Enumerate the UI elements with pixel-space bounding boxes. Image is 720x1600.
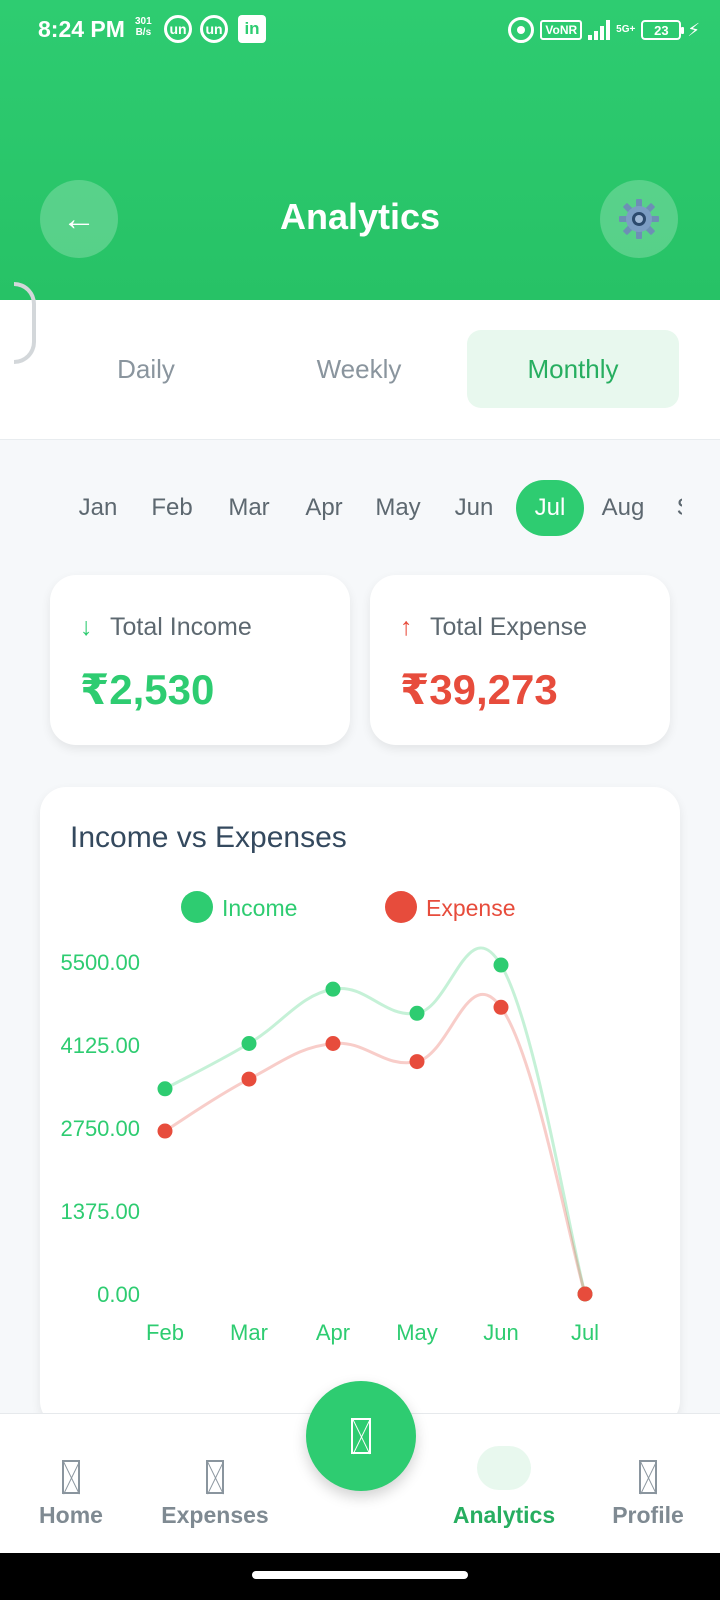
y-tick-label: 2750.00 (60, 1116, 140, 1141)
expense-point-jun[interactable] (493, 999, 509, 1015)
total-income-label: Total Income (110, 613, 252, 641)
income-point-apr[interactable] (325, 981, 341, 997)
x-tick-label: Mar (230, 1320, 268, 1345)
speed-value: 301 (135, 16, 152, 27)
legend-expense-marker (385, 891, 417, 923)
month-feb[interactable]: Feb (142, 480, 202, 536)
edge-handle[interactable] (14, 282, 36, 364)
month-sep[interactable]: Sep (668, 480, 682, 536)
arrow-up-icon: ↑ (400, 613, 413, 641)
profile-icon (639, 1460, 657, 1494)
y-tick-label: 5500.00 (60, 950, 140, 975)
legend-income-label: Income (222, 895, 297, 921)
income-point-feb[interactable] (157, 1081, 173, 1097)
tab-daily[interactable]: Daily (40, 330, 252, 408)
income-point-may[interactable] (409, 1005, 425, 1021)
un-app-icon: un (200, 15, 228, 43)
nav-analytics-label: Analytics (452, 1502, 556, 1528)
income-expense-chart: Income Expense 5500.00 4125.00 2750.00 1375.0… (60, 891, 599, 1345)
total-income-value: ₹2,530 (80, 666, 215, 713)
income-label-row: ↓ Total Income (80, 613, 252, 642)
y-tick-label: 0.00 (97, 1282, 140, 1307)
expenses-icon (206, 1460, 224, 1494)
nav-home[interactable]: Home (6, 1460, 136, 1529)
signal-icon (588, 20, 611, 40)
total-expense-label: Total Expense (430, 613, 588, 641)
month-apr[interactable]: Apr (294, 480, 354, 536)
y-tick-label: 1375.00 (60, 1199, 140, 1224)
add-transaction-button[interactable] (306, 1381, 416, 1491)
tab-weekly[interactable]: Weekly (253, 330, 465, 408)
expense-point-apr[interactable] (325, 1035, 341, 1051)
nav-expenses[interactable]: Expenses (150, 1460, 280, 1529)
tab-monthly[interactable]: Monthly (467, 330, 679, 408)
battery-icon: 23 (641, 20, 685, 40)
income-vs-expenses-card: Income vs Expenses Income Expense 5500.00 4… (40, 787, 680, 1427)
nav-home-label: Home (39, 1502, 103, 1528)
x-tick-label: Apr (316, 1320, 350, 1345)
expense-point-may[interactable] (409, 1054, 425, 1070)
un-app-icon: un (164, 15, 192, 43)
month-jan[interactable]: Jan (68, 480, 128, 536)
total-income-card: ↓ Total Income ₹2,530 (50, 575, 350, 745)
nav-expenses-label: Expenses (161, 1502, 269, 1528)
month-selector: Jan Feb Mar Apr May Jun Jul Aug Sep (68, 480, 682, 536)
x-tick-label: May (396, 1320, 438, 1345)
month-may[interactable]: May (366, 480, 430, 536)
total-expense-value: ₹39,273 (400, 666, 558, 713)
hotspot-icon (508, 17, 535, 43)
income-point-jun[interactable] (493, 957, 509, 973)
legend-expense-label: Expense (426, 895, 516, 921)
expense-point-jul[interactable] (577, 1286, 593, 1302)
nav-analytics[interactable]: Analytics (439, 1460, 569, 1529)
vonr-badge: VoNR (540, 20, 583, 40)
gear-icon (619, 199, 659, 239)
nav-profile-label: Profile (612, 1502, 684, 1528)
home-icon (62, 1460, 80, 1494)
x-tick-label: Feb (146, 1320, 184, 1345)
add-icon (351, 1418, 371, 1454)
x-tick-label: Jun (483, 1320, 518, 1345)
nav-profile[interactable]: Profile (583, 1460, 713, 1529)
home-indicator[interactable] (252, 1571, 468, 1579)
network-speed: 301 B/s (135, 16, 152, 38)
month-jun[interactable]: Jun (443, 480, 505, 536)
charging-icon: ⚡ (687, 19, 700, 40)
network-type: 5G+ (616, 24, 636, 35)
status-indicators: VoNR 5G+ 23 ⚡ (508, 16, 700, 44)
period-tabs: Daily Weekly Monthly (0, 300, 720, 440)
month-mar[interactable]: Mar (217, 480, 281, 536)
expense-point-feb[interactable] (157, 1123, 173, 1139)
expense-label-row: ↑ Total Expense (400, 613, 587, 642)
month-aug[interactable]: Aug (593, 480, 653, 536)
battery-level: 23 (654, 22, 669, 38)
y-tick-label: 4125.00 (60, 1033, 140, 1058)
legend-income-marker (181, 891, 213, 923)
expense-point-mar[interactable] (241, 1071, 257, 1087)
system-nav-bar (0, 1553, 720, 1600)
speed-unit: B/s (135, 27, 152, 38)
settings-button[interactable] (600, 180, 678, 258)
header: 8:24 PM 301 B/s un un in VoNR 5G+ 23 ⚡ ←… (0, 0, 720, 300)
total-expense-card: ↑ Total Expense ₹39,273 (370, 575, 670, 745)
income-series-line (164, 946, 587, 1295)
status-time: 8:24 PM (38, 16, 125, 42)
linkedin-icon: in (238, 15, 266, 43)
x-tick-label: Jul (571, 1320, 599, 1345)
status-bar: 8:24 PM 301 B/s un un in VoNR 5G+ 23 ⚡ (0, 0, 720, 62)
month-jul[interactable]: Jul (516, 480, 584, 536)
income-point-mar[interactable] (241, 1035, 257, 1051)
arrow-down-icon: ↓ (80, 613, 93, 641)
expense-series-line (164, 992, 587, 1295)
